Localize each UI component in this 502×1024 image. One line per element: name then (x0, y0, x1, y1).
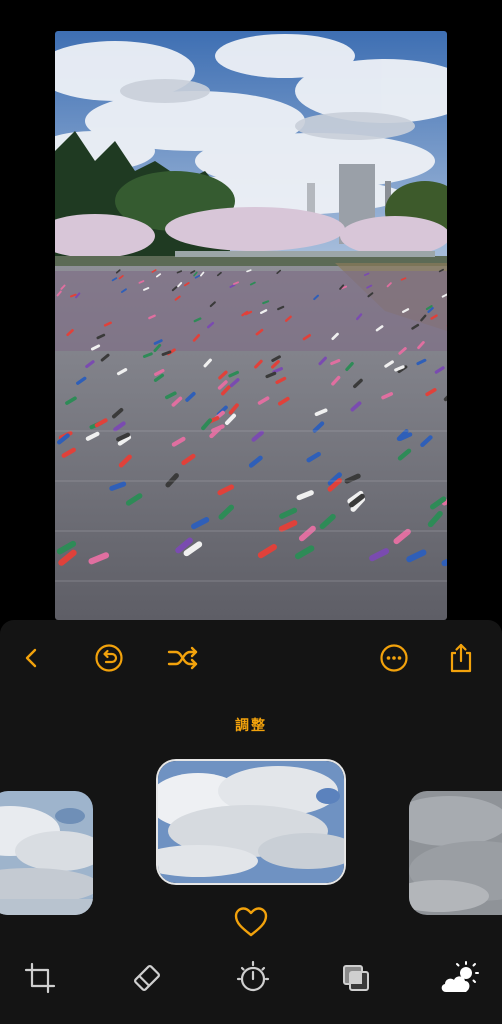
more-icon (380, 644, 408, 672)
heart-icon (234, 907, 268, 937)
more-button[interactable] (374, 638, 414, 678)
sky-weather-icon (441, 961, 479, 992)
back-button[interactable] (12, 638, 52, 678)
crop-tool[interactable] (18, 956, 62, 1000)
edit-panel: 調整 (0, 620, 502, 1024)
overlay-tool[interactable] (334, 956, 378, 1000)
favorite-button[interactable] (232, 905, 270, 939)
overlay-icon (343, 965, 369, 991)
crop-icon (24, 962, 56, 994)
sky-preset-center[interactable] (158, 761, 344, 883)
revert-button[interactable] (89, 638, 129, 678)
share-icon (450, 643, 472, 673)
sky-preset-left[interactable] (0, 791, 93, 915)
tool-bar (0, 956, 502, 1016)
sky-tool[interactable] (438, 956, 482, 1000)
eraser-icon (134, 965, 160, 991)
sky-preset-right[interactable] (409, 791, 502, 915)
revert-icon (95, 644, 123, 672)
chevron-left-icon (25, 648, 37, 668)
adjust-dial-icon (236, 960, 270, 992)
eraser-tool[interactable] (125, 956, 169, 1000)
share-button[interactable] (441, 638, 481, 678)
section-label: 調整 (235, 718, 267, 734)
shuffle-button[interactable] (163, 638, 203, 678)
main-photo (55, 31, 447, 620)
shuffle-icon (167, 646, 198, 670)
adjust-tool[interactable] (231, 956, 275, 1000)
